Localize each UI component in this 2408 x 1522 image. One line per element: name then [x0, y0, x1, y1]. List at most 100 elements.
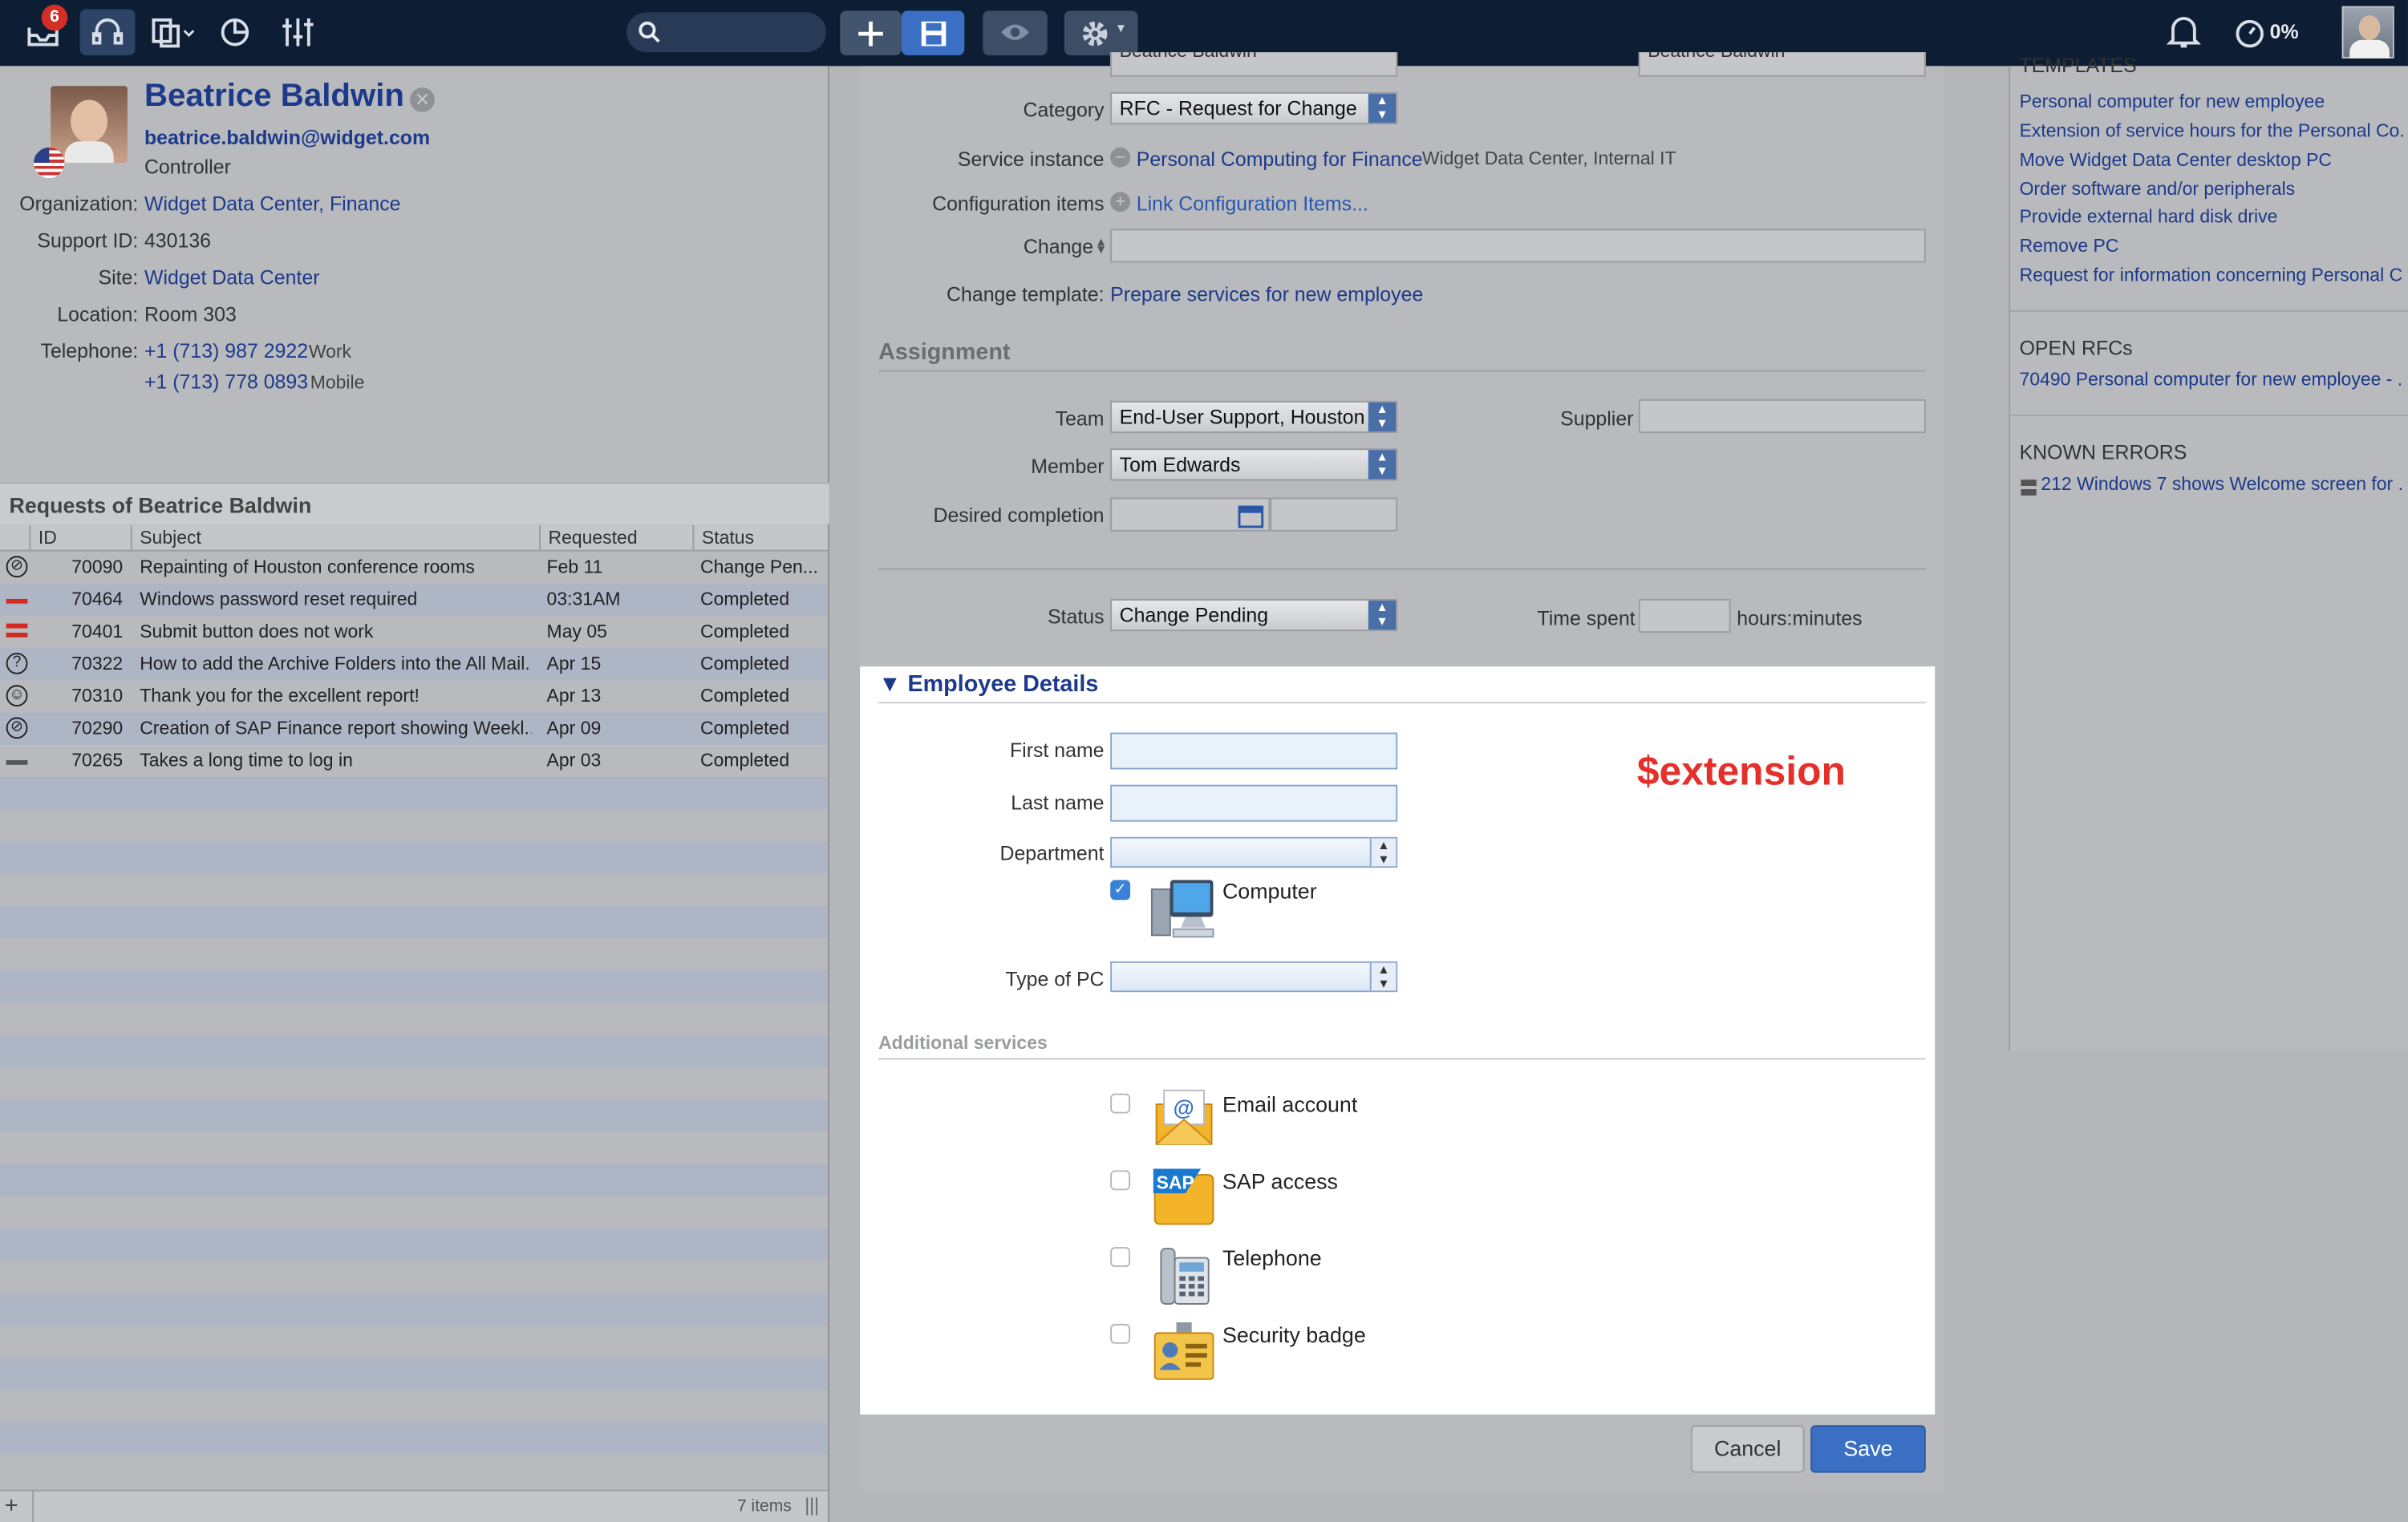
caller-email[interactable]: beatrice.baldwin@widget.com [144, 126, 430, 149]
request-subject: How to add the Archive Folders into the … [140, 652, 532, 674]
employee-details-toggle[interactable]: ▼ Employee Details [878, 671, 1098, 698]
department-select[interactable]: ▲ ▼ [1110, 836, 1398, 868]
organization-link[interactable]: Widget Data Center, Finance [144, 192, 401, 215]
template-link[interactable]: Remove PC [2020, 235, 2404, 257]
email-account-label: Email account [1222, 1091, 1358, 1117]
copy-icon[interactable] [148, 9, 197, 55]
chevron-down-icon: ▼ [1114, 21, 1128, 36]
reopen-icon: ⊘ [6, 717, 28, 739]
template-link[interactable]: Extension of service hours for the Perso… [2020, 119, 2404, 141]
sliders-icon[interactable] [277, 9, 320, 55]
first-name-input[interactable] [1110, 732, 1398, 770]
pie-chart-icon[interactable] [215, 9, 255, 55]
table-row[interactable]: ? 70322 How to add the Archive Folders int… [0, 648, 828, 680]
settings-menu-button[interactable]: ▼ [1064, 10, 1138, 55]
member-label: Member [1031, 454, 1105, 478]
template-link[interactable]: Personal computer for new employee [2020, 91, 2404, 112]
computer-checkbox[interactable]: ✓ [1110, 880, 1131, 901]
preview-button[interactable] [983, 10, 1048, 55]
columns-icon[interactable]: ||| [805, 1494, 819, 1516]
bell-icon[interactable] [2163, 9, 2206, 55]
template-link[interactable]: Move Widget Data Center desktop PC [2020, 149, 2404, 171]
service-instance-link[interactable]: Personal Computing for Finance [1137, 148, 1423, 171]
templates-heading: TEMPLATES [2019, 58, 2137, 77]
security-badge-label: Security badge [1222, 1322, 1366, 1347]
table-stripe [0, 938, 828, 971]
link-configuration-items[interactable]: Link Configuration Items... [1137, 192, 1368, 215]
headset-icon[interactable] [79, 9, 136, 55]
email-account-checkbox[interactable] [1110, 1093, 1131, 1114]
plus-icon [858, 21, 883, 47]
column-requested[interactable]: Requested [538, 524, 692, 552]
type-of-pc-select[interactable]: ▲ ▼ [1110, 961, 1398, 993]
smiley-icon: ☺ [6, 685, 28, 706]
category-label: Category [1023, 98, 1105, 122]
template-link[interactable]: Request for information concerning Perso… [2020, 264, 2404, 285]
status-select[interactable]: Change Pending ▲ ▼ [1110, 598, 1398, 632]
items-count: 7 items [736, 1497, 792, 1516]
select-arrows-icon: ▲ ▼ [1368, 450, 1397, 480]
template-link[interactable]: Order software and/or peripherals [2020, 178, 2404, 200]
add-row-icon[interactable]: + [5, 1493, 18, 1520]
known-error-link[interactable]: 212 Windows 7 shows Welcome screen for .… [2041, 473, 2403, 495]
table-stripe [0, 970, 828, 1003]
search-input[interactable] [626, 12, 827, 53]
request-date: Apr 09 [546, 717, 602, 739]
owner-field-partial[interactable]: Beatrice Baldwin [1638, 52, 1926, 77]
sap-access-checkbox[interactable] [1110, 1170, 1131, 1191]
location-value: Room 303 [144, 302, 237, 326]
divider [878, 1058, 1926, 1060]
sap-icon: SAP [1153, 1168, 1214, 1225]
save-button[interactable]: Save [1810, 1425, 1926, 1473]
timer-icon[interactable] [2230, 9, 2270, 55]
search-icon [638, 20, 663, 49]
table-row[interactable]: 70464 Windows password reset required 03:3… [0, 584, 828, 616]
remove-service-icon[interactable]: – [1110, 147, 1131, 168]
calendar-icon[interactable] [1238, 504, 1264, 528]
template-link[interactable]: Provide external hard disk drive [2020, 206, 2404, 228]
table-row[interactable]: 70401 Submit button does not work May 05 Co… [0, 616, 828, 648]
time-spent-input[interactable] [1638, 598, 1731, 633]
configuration-items-label: Configuration items [932, 192, 1105, 216]
table-row[interactable]: ☺ 70310 Thank you for the excellent report… [0, 680, 828, 712]
table-row[interactable]: 70265 Takes a long time to log in Apr 03 Co… [0, 745, 828, 777]
select-arrows-icon: ▲ ▼ [1369, 962, 1397, 991]
cancel-button[interactable]: Cancel [1690, 1425, 1805, 1473]
change-input[interactable] [1110, 229, 1926, 263]
last-name-input[interactable] [1110, 784, 1398, 822]
desired-date-input[interactable] [1110, 497, 1271, 532]
add-ci-icon[interactable]: + [1110, 192, 1131, 213]
remove-caller-icon[interactable]: ✕ [410, 87, 435, 112]
user-avatar[interactable] [2341, 6, 2394, 59]
mobile-phone-link[interactable]: +1 (713) 778 0893 [144, 370, 308, 394]
caller-field-partial[interactable]: Beatrice Baldwin [1110, 52, 1398, 77]
table-row[interactable]: ⊘ 70090 Repainting of Houston conference r… [0, 552, 828, 584]
new-button[interactable] [840, 10, 902, 55]
select-arrows-icon: ▲ ▼ [1368, 402, 1397, 432]
column-status[interactable]: Status [692, 524, 827, 552]
assignment-heading: Assignment [878, 339, 1011, 366]
table-footer: + 7 items ||| [0, 1489, 828, 1522]
work-phone-link[interactable]: +1 (713) 987 2922 [144, 339, 308, 362]
organization-label: Organization: [19, 192, 139, 216]
column-id[interactable]: ID [29, 524, 130, 552]
telephone-checkbox[interactable] [1110, 1247, 1131, 1268]
column-subject[interactable]: Subject [130, 524, 539, 552]
supplier-input[interactable] [1638, 399, 1926, 434]
desired-time-input[interactable] [1270, 497, 1398, 532]
request-status: Completed [700, 717, 790, 739]
security-badge-checkbox[interactable] [1110, 1323, 1131, 1344]
table-stripe [0, 1261, 828, 1293]
request-id: 70401 [71, 620, 124, 642]
team-select[interactable]: End-User Support, Houston ▲ ▼ [1110, 400, 1398, 434]
rfc-link[interactable]: 70490 Personal computer for new employee… [2020, 369, 2404, 391]
change-template-link[interactable]: Prepare services for new employee [1110, 282, 1423, 306]
site-link[interactable]: Widget Data Center [144, 265, 320, 289]
save-toolbar-button[interactable] [901, 10, 965, 55]
known-error-icon: 〓 [2019, 477, 2038, 500]
member-select[interactable]: Tom Edwards ▲ ▼ [1110, 448, 1398, 481]
select-arrows-icon: ▲ ▼ [1368, 93, 1397, 123]
category-select[interactable]: RFC - Request for Change ▲ ▼ [1110, 91, 1398, 125]
request-id: 70090 [71, 556, 124, 578]
table-row[interactable]: ⊘ 70290 Creation of SAP Finance report sho… [0, 713, 828, 745]
